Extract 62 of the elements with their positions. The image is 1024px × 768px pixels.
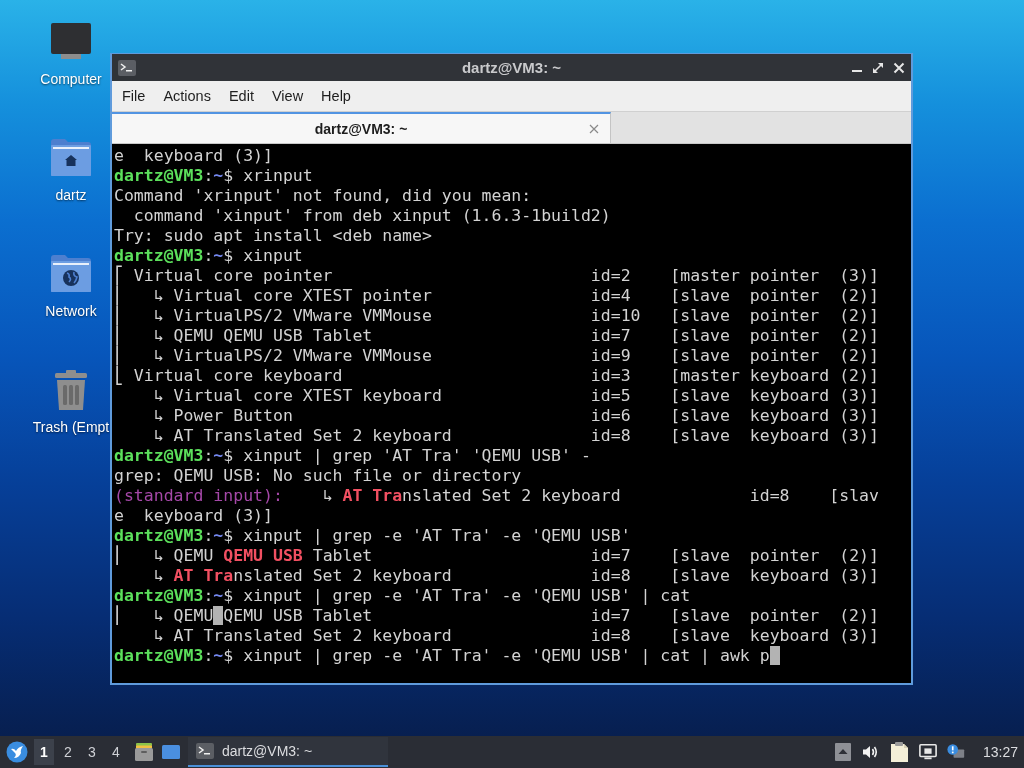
text-cursor — [213, 606, 224, 625]
terminal-line: dartz@VM3:~$ xrinput — [114, 166, 313, 185]
menu-item[interactable]: Edit — [219, 84, 263, 108]
terminal-line: ⎜ ↳ QEMU — [114, 606, 214, 625]
terminal-icon — [196, 743, 214, 759]
workspace-button[interactable]: 4 — [106, 739, 126, 765]
terminal-line: ⎜ ↳ Virtual core XTEST pointer id=4 [slave pointer (2)] — [114, 286, 879, 305]
network-icon[interactable] — [918, 743, 937, 761]
terminal-line: grep: QEMU USB: No such file or directory — [114, 466, 522, 485]
workspace-button[interactable]: 1 — [34, 739, 54, 765]
terminal-line: e keyboard (3)] — [114, 146, 273, 165]
terminal-line: Command 'xrinput' not found, did you mean: — [114, 186, 532, 205]
terminal-line: dartz@VM3:~$ xinput — [114, 246, 303, 265]
clipboard-icon[interactable] — [888, 741, 909, 763]
shortcut-label[interactable]: Network — [45, 302, 97, 320]
terminal-line: ↳ AT Translated Set 2 keyboard id=8 [slave keyboard (3)] — [152, 426, 879, 445]
shortcut-label[interactable]: dartz — [55, 186, 87, 204]
terminal-line: dartz@VM3:~$ xinput | grep -e 'AT Tra' -e 'QEMU USB' | cat | awk p — [114, 646, 770, 665]
clock-time[interactable]: 13:27 — [982, 744, 1018, 760]
terminal-line: ↳ AT Translated Set 2 keyboard id=8 [slave keyboard (3)] — [152, 626, 879, 645]
home-folder-icon[interactable] — [50, 138, 92, 178]
drawer-icon[interactable] — [134, 742, 154, 762]
terminal-line: dartz@VM3:~$ xinput | grep -e 'AT Tra' -e 'QEMU USB' | cat — [114, 586, 691, 605]
globe-folder-icon[interactable] — [50, 254, 92, 294]
terminal-icon[interactable] — [118, 59, 136, 76]
close-icon — [893, 61, 905, 74]
terminal-line: ↳ AT Translated Set 2 keyboard id=8 [slave keyboard (3)] — [152, 566, 879, 585]
terminal-line: Try: sudo apt install <deb name> — [114, 226, 432, 245]
terminal-line: dartz@VM3:~$ xinput | grep -e 'AT Tra' -e 'QEMU USB' — [114, 526, 631, 545]
shortcut-label[interactable]: Trash (Empt — [32, 418, 110, 436]
update-alert-icon[interactable] — [946, 743, 965, 761]
maximize-button[interactable] — [872, 61, 884, 74]
workspace-button[interactable]: 2 — [58, 739, 78, 765]
bird-logo-icon[interactable] — [6, 741, 28, 763]
terminal-line: (standard input): ↳ AT Translated Set 2 keyboard id=8 [slav — [114, 486, 879, 505]
window-title: dartz@VM3: ~ — [461, 59, 562, 76]
terminal-line: ⎡ Virtual core pointer id=2 [master pointer (3)] — [114, 266, 879, 285]
close-icon[interactable] — [589, 123, 599, 134]
tab[interactable]: dartz@VM3: ~ — [112, 112, 611, 143]
terminal-line: dartz@VM3:~$ xinput | grep 'AT Tra' 'QEMU USB' - — [114, 446, 591, 465]
minimize-icon — [852, 69, 862, 72]
text-cursor — [769, 646, 780, 665]
close-button[interactable] — [893, 61, 905, 74]
menu-item[interactable]: Help — [312, 84, 360, 108]
terminal-line: ⎜ ↳ QEMU QEMU USB Tablet id=7 [slave pointer (2)] — [114, 546, 879, 565]
terminal-line: ⎜ ↳ VirtualPS/2 VMware VMMouse id=10 [slave pointer (2)] — [114, 306, 879, 325]
menu-item[interactable]: File — [113, 84, 155, 108]
workspace-button[interactable]: 3 — [82, 739, 102, 765]
terminal-line: ↳ Power Button id=6 [slave keyboard (3)] — [152, 406, 879, 425]
terminal-line: ⎜ ↳ VirtualPS/2 VMware VMMouse id=9 [slave pointer (2)] — [114, 346, 879, 365]
terminal-line: e keyboard (3)] — [114, 506, 273, 525]
menu-item[interactable]: View — [262, 84, 313, 108]
menu-item[interactable]: Actions — [154, 84, 220, 108]
terminal-line: QEMU USB Tablet id=7 [slave pointer (2)] — [223, 606, 879, 625]
terminal-line: command 'xinput' from deb xinput (1.6.3-1build2) — [132, 206, 611, 225]
volume-icon[interactable] — [860, 743, 879, 761]
maximize-icon — [872, 61, 884, 74]
monitor-icon[interactable] — [50, 22, 92, 62]
terminal-line: ⎜ ↳ QEMU QEMU USB Tablet id=7 [slave pointer (2)] — [114, 326, 879, 345]
terminal-line: ↳ Virtual core XTEST keyboard id=5 [slave keyboard (3)] — [152, 386, 879, 405]
terminal-line: ⎣ Virtual core keyboard id=3 [master keyboard (2)] — [114, 366, 879, 385]
task-button[interactable]: dartz@VM3: ~ — [188, 737, 388, 767]
